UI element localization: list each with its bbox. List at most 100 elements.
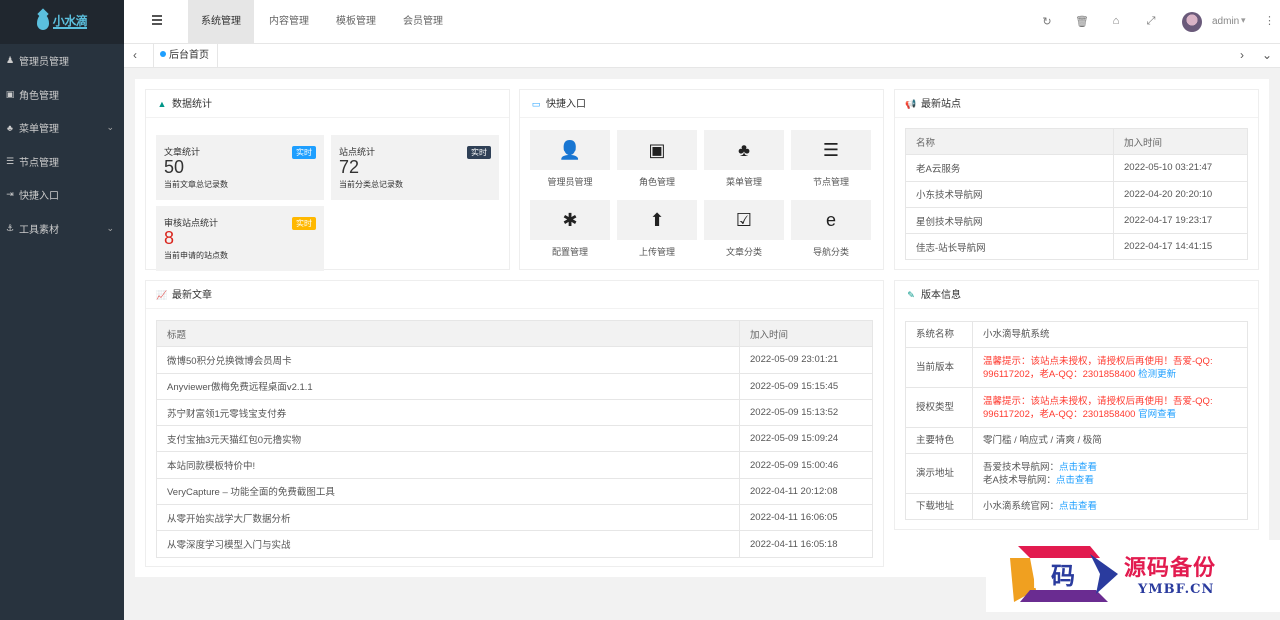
stat-value: 8 (164, 228, 175, 248)
stat-box: 站点统计 实时 72 当前分类总记录数 (331, 135, 499, 200)
tab-home[interactable]: 后台首页 (153, 44, 218, 68)
table-row[interactable]: Anyviewer傲梅免费远程桌面v2.1.1 2022-05-09 15:15:… (156, 372, 873, 400)
id-badge-icon: ▣ (617, 130, 697, 170)
realtime-badge: 实时 (292, 217, 316, 230)
trash-icon[interactable]: 🗑 (1075, 15, 1089, 28)
quick-entry-label: 角色管理 (638, 177, 675, 187)
latest-sites-card: 📢 最新站点 名称 加入时间 老A云服务 2022-05-10 03:21:47 小东… (894, 89, 1259, 270)
quick-entry-label: 节点管理 (812, 177, 849, 187)
current-version-label: 当前版本 (905, 347, 973, 388)
quick-entry-item[interactable]: ⬆ 上传管理 (617, 200, 697, 258)
active-dot-icon (160, 51, 166, 57)
fullscreen-icon[interactable]: ⤢ (1145, 15, 1157, 28)
chevron-down-icon[interactable]: ⌄ (1262, 48, 1272, 62)
table-row[interactable]: 从零深度学习模型入门与实战 2022-04-11 16:05:18 (156, 530, 873, 558)
official-site-link[interactable]: 官网查看 (1138, 409, 1176, 420)
chevron-down-icon[interactable]: ⌄ (106, 122, 114, 133)
table-row[interactable]: 微博50积分兑换微博会员周卡 2022-05-09 23:01:21 (156, 346, 873, 374)
quick-entry-label: 文章分类 (725, 247, 762, 257)
header-tab[interactable]: 模板管理 (323, 0, 389, 43)
download-link[interactable]: 点击查看 (1059, 501, 1097, 512)
list-icon: ☰ (791, 130, 871, 170)
table-row[interactable]: VeryCapture – 功能全面的免费截图工具 2022-04-11 20:1… (156, 477, 873, 506)
column-header: 加入时间 (1113, 127, 1248, 156)
download-label: 下载地址 (905, 493, 973, 520)
stat-description: 当前分类总记录数 (339, 180, 403, 189)
sidebar-item-label: 快捷入口 (19, 191, 59, 203)
sidebar-item[interactable]: ☰ 节点管理 (0, 145, 124, 179)
cell-time: 2022-04-11 16:05:18 (739, 530, 873, 558)
cell-title: 微博50积分兑换微博会员周卡 (156, 346, 740, 374)
table-row[interactable]: 小东技术导航网 2022-04-20 20:20:10 (905, 180, 1248, 208)
avatar[interactable] (1182, 12, 1202, 32)
quick-entry-item[interactable]: 👤 管理员管理 (530, 130, 610, 188)
quick-entry-label: 配置管理 (551, 247, 588, 257)
quick-entry-item[interactable]: ▣ 角色管理 (617, 130, 697, 188)
more-vertical-icon[interactable]: ⋮ (1264, 14, 1275, 27)
sidebar-item[interactable]: ♟ 管理员管理 (0, 44, 124, 78)
quick-entry-item[interactable]: e 导航分类 (791, 200, 871, 258)
cell-title: 从零深度学习模型入门与实战 (156, 530, 740, 558)
quick-entry-item[interactable]: ☑ 文章分类 (704, 200, 784, 258)
sidebar-item-label: 工具素材 (19, 224, 59, 236)
quick-entry-label: 管理员管理 (547, 177, 593, 187)
stat-description: 当前申请的站点数 (164, 251, 228, 260)
table-row[interactable]: 支付宝抽3元天猫红包0元撸实物 2022-05-09 15:09:24 (156, 425, 873, 453)
cell-time: 2022-05-09 15:15:45 (739, 372, 873, 400)
quick-entry-item[interactable]: ✱ 配置管理 (530, 200, 610, 258)
home-icon[interactable]: ⌂ (1110, 15, 1122, 27)
demo-line1-link[interactable]: 点击查看 (1059, 462, 1097, 473)
sidebar-item[interactable]: ♣ 菜单管理 ⌄ (0, 111, 124, 145)
chevron-down-icon[interactable]: ⌄ (106, 223, 114, 234)
logo[interactable]: 小水滴 (0, 0, 124, 44)
chevron-right-icon[interactable]: › (1240, 48, 1244, 62)
current-version-warning: 温馨提示：该站点未授权，请授权后再使用！吾爱-QQ: 996117202，老A-… (983, 355, 1213, 380)
header-tab[interactable]: 系统管理 (188, 0, 254, 43)
caret-down-icon[interactable]: ▾ (1241, 15, 1246, 26)
version-card-title: 版本信息 (921, 290, 961, 301)
sidebar-item[interactable]: ⇥ 快捷入口 (0, 178, 124, 212)
sidebar-item[interactable]: ⚓ 工具素材 ⌄ (0, 212, 124, 246)
stat-box: 审核站点统计 实时 8 当前申请的站点数 (156, 206, 324, 271)
quick-entry-item[interactable]: ☰ 节点管理 (791, 130, 871, 188)
sidebar-item-label: 节点管理 (19, 157, 59, 169)
table-row[interactable]: 佳志-站长导航网 2022-04-17 14:41:15 (905, 233, 1248, 261)
quick-entry-label: 菜单管理 (725, 177, 762, 187)
tab-home-label: 后台首页 (169, 50, 209, 61)
cell-time: 2022-04-20 20:20:10 (1113, 180, 1248, 208)
cell-title: 佳志-站长导航网 (905, 233, 1114, 261)
cell-time: 2022-05-09 15:13:52 (739, 398, 873, 427)
menu-toggle-icon[interactable] (152, 15, 164, 27)
table-row[interactable]: 星创技术导航网 2022-04-17 19:23:17 (905, 206, 1248, 235)
cell-time: 2022-04-11 20:12:08 (739, 477, 873, 506)
quick-entry-item[interactable]: ♣ 菜单管理 (704, 130, 784, 188)
articles-card-header: 📈 最新文章 (146, 281, 883, 309)
table-row[interactable]: 苏宁财富领1元零钱宝支付券 2022-05-09 15:13:52 (156, 398, 873, 427)
sidebar-item[interactable]: ▣ 角色管理 (0, 78, 124, 112)
header-tab[interactable]: 内容管理 (256, 0, 322, 43)
cell-title: 老A云服务 (905, 154, 1114, 182)
table-row[interactable]: 老A云服务 2022-05-10 03:21:47 (905, 154, 1248, 182)
quick-card-header: ▭ 快捷入口 (520, 90, 883, 118)
anchor-icon: ⚓ (5, 222, 15, 233)
warning-triangle-icon: ▲ (157, 99, 167, 109)
header-tab[interactable]: 会员管理 (390, 0, 456, 43)
check-update-link[interactable]: 检测更新 (1138, 369, 1176, 380)
chevron-left-icon[interactable]: ‹ (133, 48, 137, 62)
user-icon: 👤 (530, 130, 610, 170)
asterisk-icon: ✱ (530, 200, 610, 240)
demo-line2-link[interactable]: 点击查看 (1056, 475, 1094, 486)
demo-label: 演示地址 (905, 453, 973, 494)
cell-title: VeryCapture – 功能全面的免费截图工具 (156, 477, 740, 506)
table-row[interactable]: 本站同款模板特价中! 2022-05-09 15:00:46 (156, 451, 873, 479)
quick-card-title: 快捷入口 (546, 99, 586, 110)
table-row[interactable]: 从零开始实战学大厂数据分析 2022-04-11 16:06:05 (156, 504, 873, 532)
user-name[interactable]: admin (1212, 16, 1239, 27)
refresh-icon[interactable]: ↻ (1041, 15, 1053, 28)
realtime-badge: 实时 (467, 146, 491, 159)
cell-title: Anyviewer傲梅免费远程桌面v2.1.1 (156, 372, 740, 400)
cell-time: 2022-05-09 23:01:21 (739, 346, 873, 374)
stat-description: 当前文章总记录数 (164, 180, 228, 189)
sidebar-item-label: 角色管理 (19, 90, 59, 102)
sidebar: 小水滴 ♟ 管理员管理 ▣ 角色管理 ♣ 菜单管理 ⌄ ☰ 节点管理 ⇥ 快捷入口 ⚓ 工具素材 ⌄ (0, 0, 124, 620)
